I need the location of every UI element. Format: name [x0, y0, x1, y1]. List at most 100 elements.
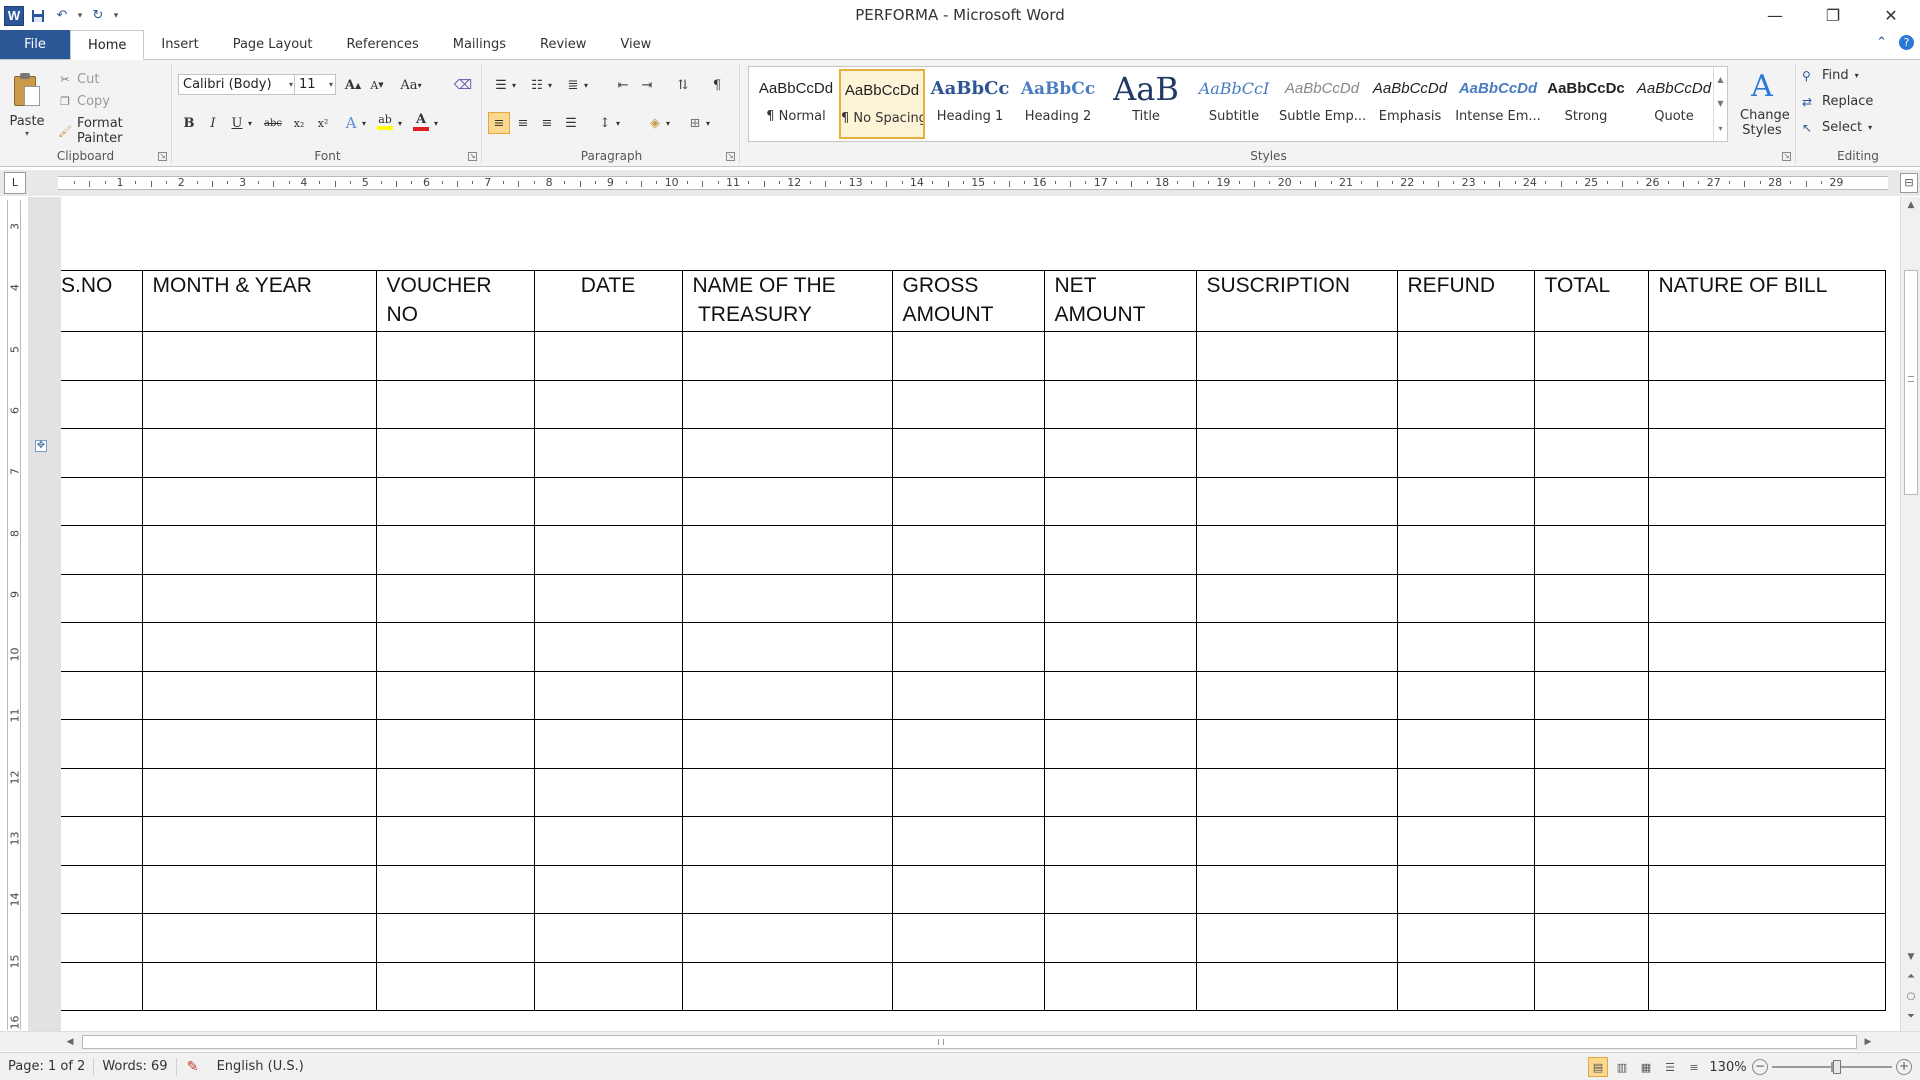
table-cell[interactable]: [1043, 913, 1197, 963]
table-cell[interactable]: [891, 476, 1045, 526]
table-cell[interactable]: [61, 525, 143, 575]
align-left-icon[interactable]: ≡: [488, 112, 510, 134]
copy-button[interactable]: ❐ Copy: [58, 94, 110, 109]
table-cell[interactable]: [891, 816, 1045, 866]
table-cell[interactable]: [61, 331, 143, 381]
tab-file[interactable]: File: [0, 30, 70, 59]
vertical-scroll-thumb[interactable]: [1904, 270, 1918, 495]
table-cell[interactable]: [141, 428, 377, 478]
style-strong[interactable]: AaBbCcDc Strong: [1543, 69, 1629, 139]
view-ruler-icon[interactable]: ⊟: [1900, 173, 1918, 193]
table-cell[interactable]: [1533, 961, 1649, 1011]
full-screen-reading-view-icon[interactable]: ▥: [1612, 1057, 1632, 1077]
table-cell[interactable]: [375, 428, 535, 478]
table-cell[interactable]: [1043, 428, 1197, 478]
minimize-ribbon-icon[interactable]: ⌃: [1876, 35, 1887, 50]
gallery-up-icon[interactable]: ▲: [1717, 75, 1723, 84]
scroll-up-icon[interactable]: ▲: [1901, 197, 1920, 213]
table-cell[interactable]: [1396, 573, 1535, 623]
table-cell[interactable]: [533, 622, 683, 672]
table-cell[interactable]: [533, 525, 683, 575]
table-cell[interactable]: [1043, 476, 1197, 526]
table-cell[interactable]: [891, 767, 1045, 817]
table-cell[interactable]: [141, 331, 377, 381]
table-cell[interactable]: [141, 961, 377, 1011]
table-cell[interactable]: [375, 379, 535, 429]
select-button[interactable]: ↖ Select ▾: [1802, 120, 1872, 135]
web-layout-view-icon[interactable]: ▦: [1636, 1057, 1656, 1077]
vertical-ruler[interactable]: 3 4 5 6 7 8 9 10 11 12 13 14 15 16: [7, 200, 22, 1030]
paste-dropdown-icon[interactable]: ▾: [25, 129, 29, 138]
font-color-dropdown-icon[interactable]: ▾: [430, 112, 442, 134]
table-cell[interactable]: [61, 379, 143, 429]
table-cell[interactable]: [141, 719, 377, 769]
cut-button[interactable]: ✂ Cut: [58, 72, 99, 87]
increase-indent-icon[interactable]: ⇥: [636, 74, 658, 96]
table-cell[interactable]: [1396, 525, 1535, 575]
table-cell[interactable]: [681, 622, 893, 672]
page-count[interactable]: Page: 1 of 2: [0, 1057, 95, 1076]
font-size-select[interactable]: 11 ▾: [294, 74, 336, 95]
tab-review[interactable]: Review: [523, 30, 603, 59]
table-cell[interactable]: [1043, 622, 1197, 672]
table-move-handle-icon[interactable]: ✥: [35, 440, 47, 452]
superscript-button[interactable]: x²: [312, 112, 334, 134]
table-cell[interactable]: [681, 864, 893, 914]
table-cell[interactable]: [681, 767, 893, 817]
bullets-dropdown-icon[interactable]: ▾: [508, 74, 520, 96]
table-cell[interactable]: [375, 816, 535, 866]
table-cell[interactable]: [375, 961, 535, 1011]
tab-insert[interactable]: Insert: [144, 30, 215, 59]
table-cell[interactable]: [1195, 961, 1398, 1011]
table-cell[interactable]: [1195, 331, 1398, 381]
table-cell[interactable]: [375, 525, 535, 575]
style-title[interactable]: AaB Title: [1103, 69, 1189, 139]
table-cell[interactable]: [375, 670, 535, 720]
table-header-cell[interactable]: NAME OF THE TREASURY: [681, 270, 893, 332]
style-intense-emphasis[interactable]: AaBbCcDd Intense Em...: [1455, 69, 1541, 139]
decrease-indent-icon[interactable]: ⇤: [612, 74, 634, 96]
table-header-cell[interactable]: TOTAL: [1533, 270, 1649, 332]
sort-icon[interactable]: ⇅: [672, 74, 694, 96]
numbering-dropdown-icon[interactable]: ▾: [544, 74, 556, 96]
horizontal-scrollbar[interactable]: ◀ ▶: [0, 1031, 1920, 1051]
table-cell[interactable]: [1396, 476, 1535, 526]
table-header-cell[interactable]: REFUND: [1396, 270, 1535, 332]
paste-button[interactable]: Paste ▾: [6, 68, 48, 142]
font-launcher-icon[interactable]: ↘: [468, 152, 477, 161]
table-cell[interactable]: [1195, 476, 1398, 526]
table-header-cell[interactable]: DATE: [533, 270, 683, 332]
undo-dropdown-icon[interactable]: ▾: [76, 6, 84, 26]
styles-launcher-icon[interactable]: ↘: [1782, 152, 1791, 161]
table-cell[interactable]: [61, 816, 143, 866]
table-cell[interactable]: [141, 379, 377, 429]
replace-button[interactable]: ⇄ Replace: [1802, 94, 1873, 109]
table-cell[interactable]: [1647, 961, 1886, 1011]
style-emphasis[interactable]: AaBbCcDd Emphasis: [1367, 69, 1453, 139]
table-cell[interactable]: [61, 428, 143, 478]
table-cell[interactable]: [681, 428, 893, 478]
table-cell[interactable]: [891, 428, 1045, 478]
table-cell[interactable]: [1195, 573, 1398, 623]
shading-dropdown-icon[interactable]: ▾: [662, 112, 674, 134]
strikethrough-button[interactable]: abc: [260, 112, 286, 134]
table-cell[interactable]: [1396, 670, 1535, 720]
table-cell[interactable]: [1647, 864, 1886, 914]
table-cell[interactable]: [891, 331, 1045, 381]
proofing-icon[interactable]: ✎: [183, 1058, 203, 1076]
table-cell[interactable]: [533, 331, 683, 381]
table-cell[interactable]: [1043, 816, 1197, 866]
table-header-cell[interactable]: VOUCHER NO: [375, 270, 535, 332]
table-cell[interactable]: [1533, 719, 1649, 769]
table-cell[interactable]: [1043, 670, 1197, 720]
table-cell[interactable]: [1647, 525, 1886, 575]
table-cell[interactable]: [891, 573, 1045, 623]
style-heading-2[interactable]: AaBbCc Heading 2: [1015, 69, 1101, 139]
table-cell[interactable]: [61, 573, 143, 623]
table-cell[interactable]: [681, 913, 893, 963]
tab-mailings[interactable]: Mailings: [436, 30, 523, 59]
table-cell[interactable]: [375, 864, 535, 914]
style-heading-1[interactable]: AaBbCc Heading 1: [927, 69, 1013, 139]
horizontal-ruler[interactable]: 1 2 3 4 5 6 7 8 9 10 11 12 13 14 15 16 17 18 19 20 21 22 23 24 2…: [58, 176, 1888, 190]
clear-formatting-icon[interactable]: ⌫: [452, 74, 474, 96]
